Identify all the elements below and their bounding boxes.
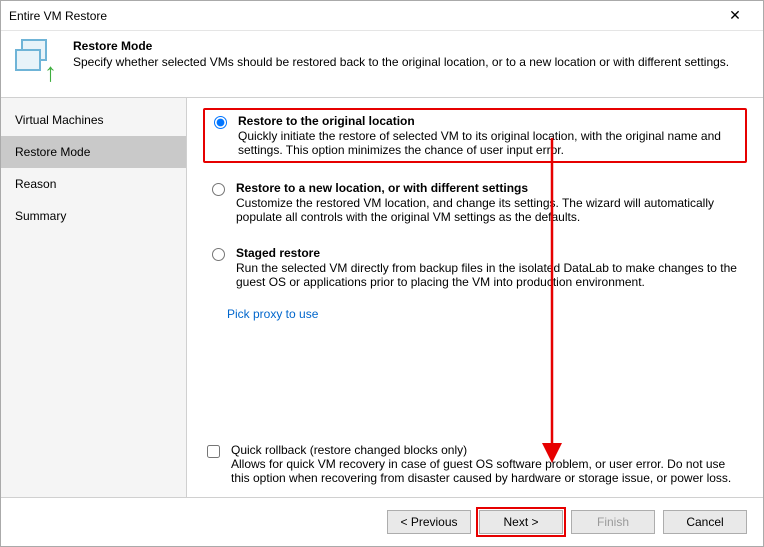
finish-button[interactable]: Finish (571, 510, 655, 534)
sidebar-item-virtual-machines[interactable]: Virtual Machines (1, 104, 186, 136)
header-description: Specify whether selected VMs should be r… (73, 55, 729, 69)
next-button[interactable]: Next > (479, 510, 563, 534)
sidebar-item-label: Reason (15, 177, 56, 191)
radio-staged-restore[interactable] (212, 248, 225, 261)
previous-button[interactable]: < Previous (387, 510, 471, 534)
sidebar-item-reason[interactable]: Reason (1, 168, 186, 200)
option-title: Restore to a new location, or with diffe… (236, 181, 743, 195)
sidebar-item-label: Restore Mode (15, 145, 90, 159)
header-heading: Restore Mode (73, 39, 729, 53)
option-desc: Run the selected VM directly from backup… (236, 261, 743, 289)
option-desc: Quickly initiate the restore of selected… (238, 129, 741, 157)
header-text: Restore Mode Specify whether selected VM… (73, 39, 729, 69)
option-restore-original[interactable]: Restore to the original location Quickly… (203, 108, 747, 163)
cancel-button[interactable]: Cancel (663, 510, 747, 534)
sidebar: Virtual Machines Restore Mode Reason Sum… (1, 98, 187, 497)
radio-restore-new-location[interactable] (212, 183, 225, 196)
sidebar-item-summary[interactable]: Summary (1, 200, 186, 232)
quick-rollback-section: Quick rollback (restore changed blocks o… (203, 443, 747, 485)
option-staged-restore[interactable]: Staged restore Run the selected VM direc… (203, 242, 747, 293)
pick-proxy-link[interactable]: Pick proxy to use (227, 307, 318, 321)
wizard-window: Entire VM Restore ✕ ↑ Restore Mode Speci… (0, 0, 764, 547)
quick-rollback-checkbox[interactable] (207, 445, 220, 458)
rollback-desc: Allows for quick VM recovery in case of … (231, 457, 747, 485)
titlebar: Entire VM Restore ✕ (1, 1, 763, 31)
sidebar-item-restore-mode[interactable]: Restore Mode (1, 136, 186, 168)
option-restore-new-location[interactable]: Restore to a new location, or with diffe… (203, 177, 747, 228)
wizard-footer: < Previous Next > Finish Cancel (1, 498, 763, 546)
sidebar-item-label: Summary (15, 209, 66, 223)
radio-restore-original[interactable] (214, 116, 227, 129)
close-icon[interactable]: ✕ (715, 7, 755, 24)
restore-icon: ↑ (15, 39, 59, 83)
sidebar-item-label: Virtual Machines (15, 113, 104, 127)
wizard-body: Virtual Machines Restore Mode Reason Sum… (1, 97, 763, 498)
wizard-header: ↑ Restore Mode Specify whether selected … (1, 31, 763, 97)
content-pane: Restore to the original location Quickly… (187, 98, 763, 497)
option-title: Restore to the original location (238, 114, 741, 128)
option-title: Staged restore (236, 246, 743, 260)
rollback-label: Quick rollback (restore changed blocks o… (231, 443, 747, 457)
option-desc: Customize the restored VM location, and … (236, 196, 743, 224)
window-title: Entire VM Restore (9, 9, 715, 23)
